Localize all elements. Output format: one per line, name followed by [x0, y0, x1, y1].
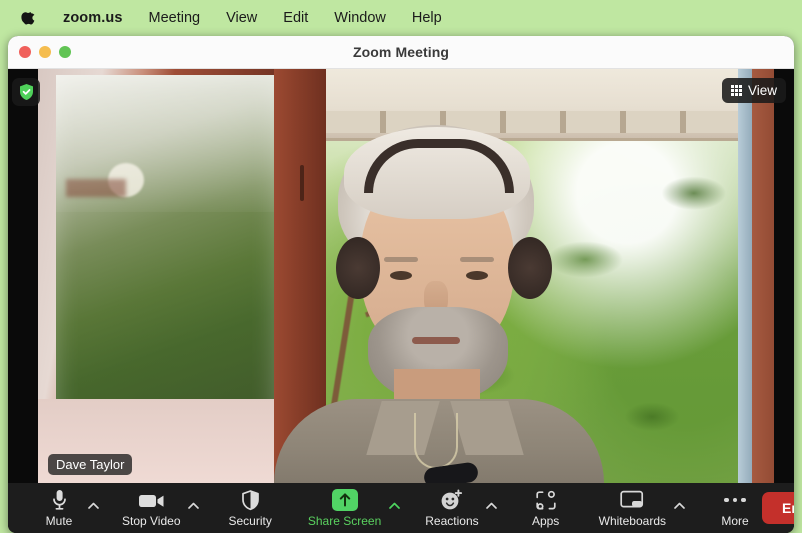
menu-item-meeting[interactable]: Meeting: [136, 0, 214, 36]
eyebrow-left: [384, 257, 418, 262]
mouth: [412, 337, 460, 344]
menu-item-zoom-us[interactable]: zoom.us: [50, 0, 136, 36]
participant-name-badge: Dave Taylor: [48, 454, 133, 475]
whiteboards-options-chevron-up-icon[interactable]: [672, 496, 686, 520]
meeting-toolbar: Mute Stop Video Security Share Screen Re…: [8, 483, 794, 533]
toolbar-group-video: Stop Video: [116, 483, 201, 533]
whiteboards-label: Whiteboards: [598, 514, 666, 528]
toolbar-group-audio: Mute: [32, 483, 100, 533]
whiteboards-button[interactable]: Whiteboards: [593, 483, 672, 533]
menu-item-help[interactable]: Help: [399, 0, 455, 36]
more-label: More: [721, 514, 749, 528]
whiteboard-icon: [620, 488, 644, 512]
video-camera-icon: [138, 488, 165, 512]
toolbar-group-security: Security: [223, 483, 278, 533]
window-title: Zoom Meeting: [352, 44, 450, 60]
encryption-shield-icon[interactable]: [12, 78, 40, 106]
share-screen-label: Share Screen: [307, 514, 382, 528]
apple-logo-icon[interactable]: [20, 8, 36, 28]
shield-icon: [241, 488, 260, 512]
toolbar-group-more: More: [708, 483, 762, 533]
mute-options-chevron-up-icon[interactable]: [86, 496, 100, 520]
headphone-earcup-right: [508, 237, 552, 299]
participant-video[interactable]: [38, 69, 774, 483]
eye-right: [466, 271, 488, 280]
toolbar-group-apps: Apps: [519, 483, 573, 533]
toolbar-group-reactions: Reactions: [419, 483, 498, 533]
participant-name-label: Dave Taylor: [56, 457, 125, 472]
toolbar-group-share: Share Screen: [302, 483, 401, 533]
reactions-label: Reactions: [425, 514, 479, 528]
share-options-chevron-up-icon[interactable]: [387, 496, 401, 520]
share-screen-button[interactable]: Share Screen: [302, 483, 387, 533]
grid-view-icon: [730, 84, 742, 97]
mute-label: Mute: [45, 514, 73, 528]
smiley-plus-icon: [440, 488, 463, 512]
more-button[interactable]: More: [708, 483, 762, 533]
video-options-chevron-up-icon[interactable]: [187, 496, 201, 520]
stop-video-label: Stop Video: [122, 514, 181, 528]
view-layout-button[interactable]: View: [721, 78, 786, 103]
window-title-bar: Zoom Meeting: [8, 36, 794, 69]
menu-item-edit[interactable]: Edit: [270, 0, 321, 36]
end-meeting-button[interactable]: End: [762, 492, 794, 524]
menu-item-window[interactable]: Window: [321, 0, 399, 36]
screen: zoom.us Meeting View Edit Window Help Zo…: [0, 0, 802, 533]
necklace: [414, 413, 458, 469]
eyebrow-right: [460, 257, 494, 262]
apps-bracket-icon: [535, 488, 557, 512]
reactions-button[interactable]: Reactions: [419, 483, 484, 533]
microphone-icon: [51, 488, 68, 512]
eye-left: [390, 271, 412, 280]
view-button-label: View: [747, 83, 777, 98]
stop-video-button[interactable]: Stop Video: [116, 483, 187, 533]
participant-person: [38, 69, 774, 483]
menu-item-view[interactable]: View: [213, 0, 270, 36]
apps-label: Apps: [531, 514, 560, 528]
apps-button[interactable]: Apps: [519, 483, 573, 533]
zoom-meeting-window: Zoom Meeting View Dave Taylor Mute Stop …: [8, 36, 794, 533]
toolbar-group-whiteboards: Whiteboards: [593, 483, 686, 533]
share-screen-up-arrow-icon: [331, 488, 358, 512]
more-dots-icon: [724, 488, 746, 512]
headphone-earcup-left: [336, 237, 380, 299]
security-label: Security: [228, 514, 272, 528]
security-button[interactable]: Security: [223, 483, 278, 533]
mute-button[interactable]: Mute: [32, 483, 86, 533]
reactions-options-chevron-up-icon[interactable]: [485, 496, 499, 520]
macos-menu-bar: zoom.us Meeting View Edit Window Help: [0, 0, 802, 36]
video-stage: View Dave Taylor: [8, 69, 794, 483]
